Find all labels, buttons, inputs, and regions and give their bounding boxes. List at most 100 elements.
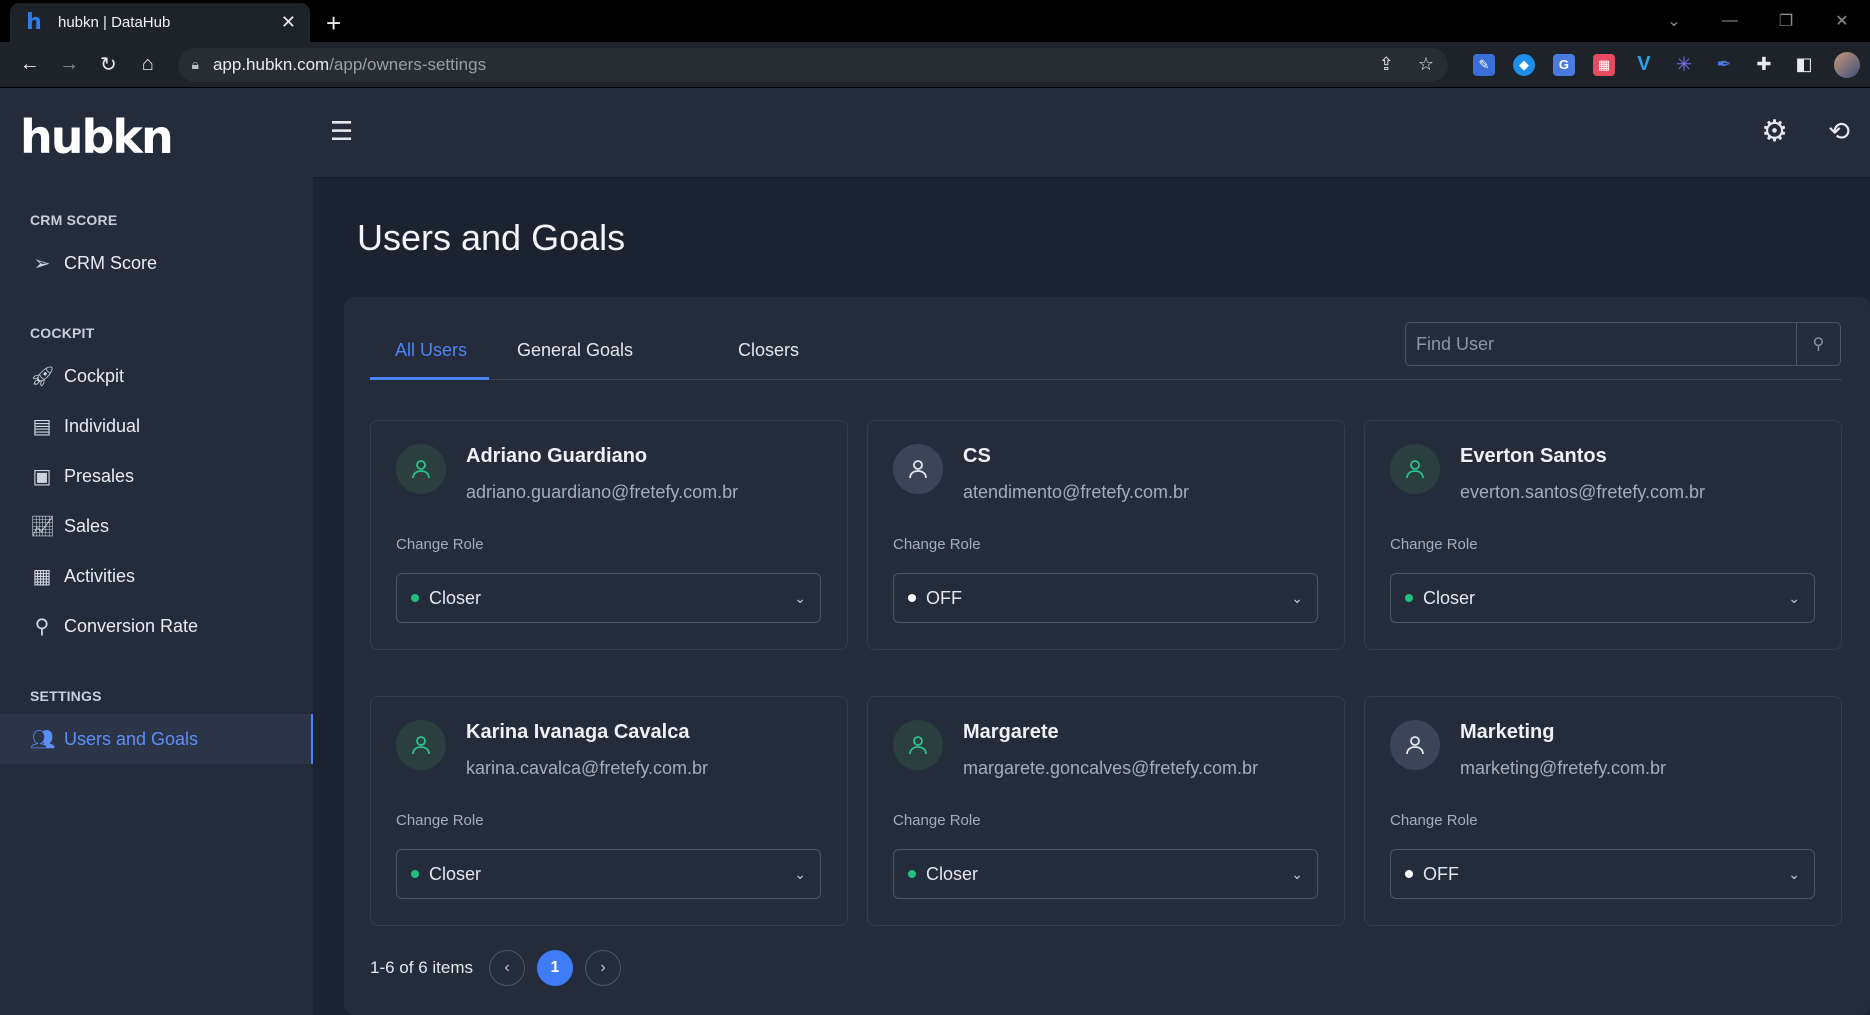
restore-icon[interactable]: ❐ [1758, 11, 1814, 31]
user-avatar [1390, 444, 1440, 494]
line-chart-icon: 📈︎ [30, 515, 56, 538]
role-status-dot [411, 870, 419, 878]
change-role-label: Change Role [893, 812, 981, 829]
window-controls: ⌄ — ❐ ✕ [1646, 0, 1870, 42]
user-card: Adriano Guardiano adriano.guardiano@frete… [370, 420, 848, 650]
minimize-icon[interactable]: — [1702, 12, 1758, 30]
sidebar-item-label: Presales [64, 465, 135, 486]
profile-avatar[interactable] [1833, 51, 1860, 78]
app-header: hubkn ☰ ⚙ ⟲ [0, 88, 1870, 177]
user-avatar [893, 720, 943, 770]
hubkn-logo[interactable]: hubkn [20, 110, 174, 164]
extension-translate-icon[interactable]: G [1552, 53, 1575, 76]
sidebar-item-activities[interactable]: ▦ Activities [0, 551, 313, 601]
find-user-search: ⚲ [1405, 322, 1841, 366]
bookmark-star-icon[interactable]: ☆ [1418, 54, 1434, 75]
extension-drop-icon[interactable]: ◆ [1512, 53, 1535, 76]
change-role-label: Change Role [1390, 536, 1478, 553]
sidebar-item-cockpit[interactable]: 🚀︎ Cockpit [0, 351, 313, 401]
sidebar-item-presales[interactable]: ▣ Presales [0, 451, 313, 501]
sidebar-section-settings: SETTINGS [30, 688, 102, 704]
sidebar: CRM SCORE ➢ CRM Score COCKPIT 🚀︎ Cockpit… [0, 177, 313, 1015]
role-value: OFF [1423, 863, 1459, 884]
forward-icon[interactable]: → [49, 53, 88, 76]
role-value: OFF [926, 587, 962, 608]
user-card: CS atendimento@fretefy.com.br Change Role O… [867, 420, 1345, 650]
contact-card-icon: ▣ [32, 465, 52, 488]
extension-feather-icon[interactable]: ✒ [1713, 54, 1735, 76]
next-page-button[interactable]: › [585, 950, 621, 986]
user-card: Everton Santos everton.santos@fretefy.com… [1364, 420, 1842, 650]
collapse-menu-icon[interactable]: ☰ [330, 116, 353, 147]
role-status-dot [411, 594, 419, 602]
change-role-label: Change Role [396, 536, 484, 553]
user-email: everton.santos@fretefy.com.br [1460, 482, 1706, 502]
role-select[interactable]: Closer ⌄ [396, 849, 821, 899]
home-icon[interactable]: ⌂ [128, 53, 167, 76]
user-avatar [893, 444, 943, 494]
change-role-label: Change Role [1390, 812, 1478, 829]
browser-tab-title: hubkn | DataHub [58, 14, 171, 31]
user-card: Marketing marketing@fretefy.com.br Change … [1364, 696, 1842, 926]
sidebar-section-crm-score: CRM SCORE [30, 212, 118, 228]
extension-grid-icon[interactable]: ▦ [1592, 53, 1615, 76]
new-tab-icon[interactable]: + [326, 8, 341, 39]
side-panel-icon[interactable]: ◧ [1793, 54, 1815, 76]
user-name: Margarete [963, 721, 1059, 743]
sidebar-item-sales[interactable]: 📈︎ Sales [0, 501, 313, 551]
prev-page-button[interactable]: ‹ [489, 950, 525, 986]
clipboard-icon: ▤ [32, 415, 52, 438]
browser-toolbar: ← → ↻ ⌂ 🔒︎ app.hubkn.com/app/owners-sett… [0, 42, 1870, 88]
sidebar-item-label: Conversion Rate [64, 615, 199, 636]
extensions-puzzle-icon[interactable]: ✚ [1753, 54, 1775, 76]
tab-general-goals[interactable]: General Goals [517, 340, 633, 361]
close-tab-icon[interactable]: ✕ [281, 12, 296, 33]
search-icon[interactable]: ⚲ [1796, 323, 1840, 365]
user-icon [412, 736, 430, 755]
role-select[interactable]: OFF ⌄ [1390, 849, 1815, 899]
chevron-down-icon: ⌄ [794, 865, 806, 882]
tab-search-icon[interactable]: ⌄ [1646, 11, 1702, 31]
reload-icon[interactable]: ↻ [89, 52, 128, 77]
role-value: Closer [429, 863, 482, 884]
share-icon[interactable]: ⇪ [1379, 54, 1394, 75]
back-icon[interactable]: ← [10, 53, 49, 76]
extension-v-icon[interactable]: V [1633, 53, 1655, 76]
sidebar-section-cockpit: COCKPIT [30, 325, 95, 341]
close-window-icon[interactable]: ✕ [1814, 11, 1870, 31]
user-name: Marketing [1460, 721, 1555, 743]
user-icon [412, 460, 430, 479]
user-card: Karina Ivanaga Cavalca karina.cavalca@fre… [370, 696, 848, 926]
page-button[interactable]: 1 [537, 950, 573, 986]
extension-spark-icon[interactable]: ✳ [1673, 54, 1695, 76]
chevron-down-icon: ⌄ [1788, 865, 1800, 882]
sidebar-item-label: Sales [64, 515, 110, 536]
role-select[interactable]: Closer ⌄ [396, 573, 821, 623]
search-input[interactable] [1406, 323, 1796, 365]
user-name: Karina Ivanaga Cavalca [466, 721, 690, 743]
sidebar-item-individual[interactable]: ▤ Individual [0, 401, 313, 451]
role-value: Closer [926, 863, 979, 884]
hubkn-favicon-icon: h [26, 10, 42, 35]
logout-icon[interactable]: ⟲ [1828, 116, 1850, 147]
sidebar-item-users-and-goals[interactable]: 👥︎ Users and Goals [0, 714, 313, 764]
role-select[interactable]: OFF ⌄ [893, 573, 1318, 623]
role-select[interactable]: Closer ⌄ [1390, 573, 1815, 623]
role-status-dot [908, 870, 916, 878]
chevron-down-icon: ⌄ [1291, 589, 1303, 606]
gear-icon[interactable]: ⚙ [1761, 114, 1788, 149]
chevron-down-icon: ⌄ [794, 589, 806, 606]
send-icon: ➢ [33, 252, 51, 275]
tab-all-users[interactable]: All Users [395, 340, 467, 361]
address-bar[interactable]: 🔒︎ app.hubkn.com/app/owners-settings ⇪ ☆ [177, 47, 1448, 82]
lock-icon[interactable]: 🔒︎ [192, 56, 199, 73]
tab-closers[interactable]: Closers [738, 340, 799, 361]
user-icon [909, 736, 927, 755]
role-select[interactable]: Closer ⌄ [893, 849, 1318, 899]
sidebar-item-crm-score[interactable]: ➢ CRM Score [0, 238, 313, 288]
sidebar-item-conversion-rate[interactable]: ⚲ Conversion Rate [0, 601, 313, 651]
browser-tab[interactable]: h hubkn | DataHub ✕ [10, 3, 310, 42]
sidebar-item-label: Activities [64, 565, 136, 586]
user-email: karina.cavalca@fretefy.com.br [466, 758, 709, 778]
extension-pen-icon[interactable]: ✎ [1472, 53, 1495, 76]
